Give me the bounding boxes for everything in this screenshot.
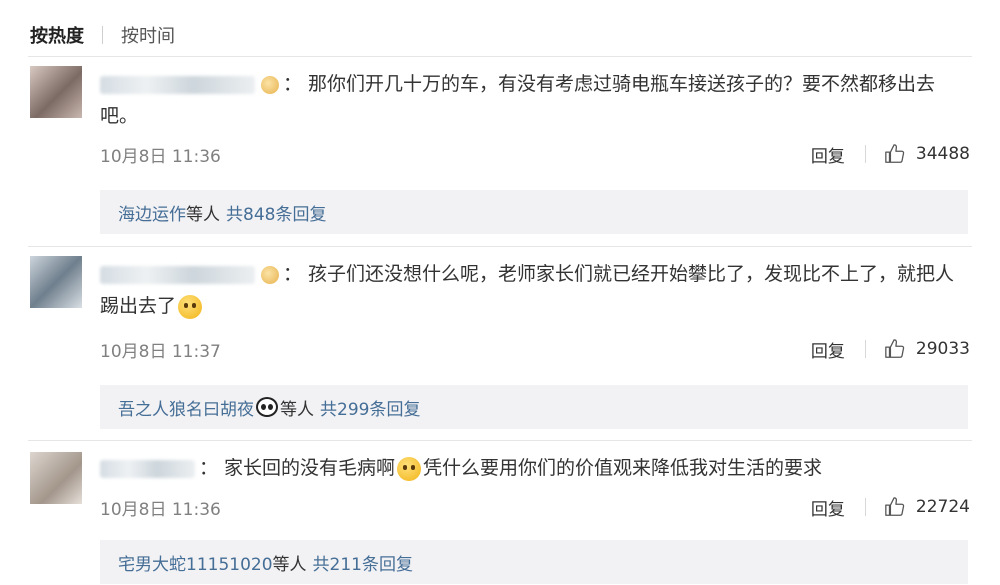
username-blurred[interactable]: [100, 265, 255, 284]
tabs-divider: [28, 56, 972, 57]
cat-face-emoji: [178, 294, 203, 319]
reply-count[interactable]: 共211条回复: [313, 550, 413, 575]
timestamp: 10月8日 11:37: [100, 341, 221, 362]
comment-meta-3: 10月8日 11:36 回复 22724: [100, 493, 970, 521]
crown-badge-icon: [261, 265, 279, 284]
reply-button[interactable]: 回复: [811, 495, 845, 520]
avatar[interactable]: [30, 66, 82, 118]
like-count: 22724: [915, 497, 970, 517]
like-count: 34488: [915, 144, 970, 164]
comment-text: ：那你们开几十万的车，有没有考虑过骑电瓶车接送孩子的？要不然都移出去吧。: [100, 73, 936, 127]
reply-users[interactable]: 吾之人狼名曰胡夜: [118, 395, 254, 420]
reply-suffix: 等人: [186, 204, 220, 225]
avatar[interactable]: [30, 256, 82, 308]
comment-content: 家长回的没有毛病啊: [224, 457, 396, 479]
reply-button[interactable]: 回复: [811, 337, 845, 362]
tab-by-hot[interactable]: 按热度: [30, 22, 84, 48]
meta-separator: [864, 340, 866, 358]
panda-emoji: [256, 397, 278, 417]
comment-content-cont: 凭什么要用你们的价值观来降低我对生活的要求: [423, 457, 823, 479]
username-blurred[interactable]: [100, 459, 195, 478]
reply-count[interactable]: 共299条回复: [320, 395, 420, 420]
comment-meta-2: 10月8日 11:37 回复 29033: [100, 335, 970, 363]
tab-separator: [102, 26, 103, 44]
reply-users[interactable]: 宅男大蛇11151020: [118, 550, 273, 575]
like-count: 29033: [915, 339, 970, 359]
reply-count[interactable]: 共848条回复: [226, 200, 326, 225]
replies-summary-2[interactable]: 吾之人狼名曰胡夜 等人 共299条回复: [100, 385, 968, 429]
replies-summary-3[interactable]: 宅男大蛇11151020 等人 共211条回复: [100, 540, 968, 584]
sort-tabs: 按热度 按时间: [30, 20, 175, 50]
thumbs-up-icon: [885, 497, 905, 516]
reply-suffix: 等人: [280, 399, 314, 420]
thumbs-up-icon: [885, 339, 905, 358]
timestamp: 10月8日 11:36: [100, 499, 221, 520]
comment-divider: [28, 440, 972, 441]
tab-by-time[interactable]: 按时间: [121, 22, 175, 48]
username-blurred[interactable]: [100, 75, 255, 94]
like-button[interactable]: 22724: [884, 496, 970, 518]
meta-separator: [864, 145, 866, 163]
like-button[interactable]: 29033: [884, 338, 970, 360]
crown-badge-icon: [261, 75, 279, 94]
reply-users[interactable]: 海边运作: [118, 200, 186, 225]
comment-meta-1: 10月8日 11:36 回复 34488: [100, 140, 970, 168]
comment-text: ：家长回的没有毛病啊 凭什么要用你们的价值观来降低我对生活的要求: [100, 452, 970, 484]
reply-button[interactable]: 回复: [811, 142, 845, 167]
timestamp: 10月8日 11:36: [100, 146, 221, 167]
replies-summary-1[interactable]: 海边运作 等人 共848条回复: [100, 190, 968, 234]
avatar[interactable]: [30, 452, 82, 504]
thumbs-up-icon: [885, 144, 905, 163]
smile-emoji: [397, 456, 422, 481]
meta-separator: [864, 498, 866, 516]
like-button[interactable]: 34488: [884, 143, 970, 165]
comment-divider: [28, 246, 972, 247]
reply-suffix: 等人: [272, 554, 307, 575]
comment-text: ：孩子们还没想什么呢，老师家长们就已经开始攀比了，发现比不上了，就把人踢出去了: [100, 263, 955, 319]
